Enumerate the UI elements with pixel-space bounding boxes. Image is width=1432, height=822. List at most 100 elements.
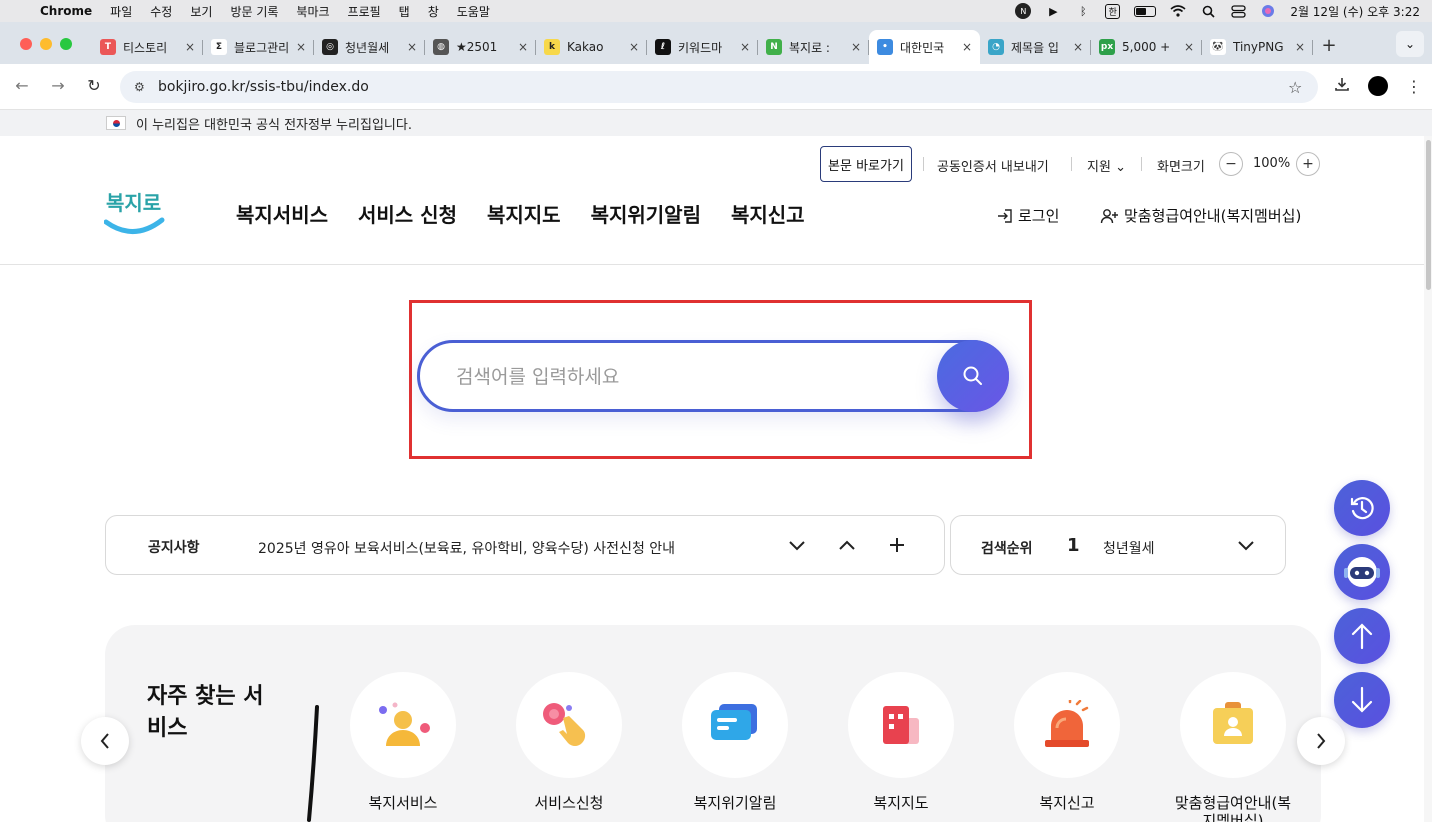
new-tab-button[interactable]: + [1313, 30, 1345, 60]
input-method-icon[interactable]: 한 [1105, 3, 1121, 19]
browser-tab[interactable]: ◍ ★2501 × [425, 32, 536, 62]
membership-link[interactable]: 맞춤형급여안내(복지멤버십) [1100, 205, 1301, 226]
address-bar[interactable]: ⚙ bokjiro.go.kr/ssis-tbu/index.do ☆ [120, 71, 1318, 103]
tab-title: 복지로 : [789, 40, 830, 55]
tab-favicon-icon: Σ [211, 39, 227, 55]
menu-history[interactable]: 방문 기록 [230, 3, 278, 20]
battery-icon[interactable] [1134, 5, 1157, 17]
service-item-membership[interactable]: 맞춤형급여안내(복지멤버십) [1173, 672, 1293, 822]
download-icon[interactable] [1334, 76, 1350, 96]
wifi-icon[interactable] [1170, 4, 1186, 18]
service-item-crisis[interactable]: 복지위기알림 [675, 672, 795, 812]
services-next-button[interactable] [1297, 717, 1345, 765]
cert-export-link[interactable]: 공동인증서 내보내기 [937, 156, 1049, 175]
tab-close-icon[interactable]: × [185, 40, 195, 54]
browser-tab[interactable]: px 5,000 + × [1091, 32, 1202, 62]
notice-more-button[interactable] [884, 532, 910, 558]
minimize-window-button[interactable] [40, 38, 52, 50]
browser-tab[interactable]: 🐼 TinyPNG × [1202, 32, 1313, 62]
browser-tab[interactable]: T 티스토리 × [92, 32, 203, 62]
page-scrollbar-thumb[interactable] [1426, 140, 1431, 290]
browser-tab[interactable]: Σ 블로그관리 × [203, 32, 314, 62]
divider [1141, 157, 1142, 171]
more-menu-icon[interactable]: ⋮ [1406, 77, 1422, 96]
menu-bookmarks[interactable]: 북마크 [296, 3, 329, 20]
mac-menu-bar: Chrome 파일 수정 보기 방문 기록 북마크 프로필 탭 창 도움말 N … [0, 0, 1432, 22]
tab-close-icon[interactable]: × [518, 40, 528, 54]
scroll-top-button[interactable] [1334, 608, 1390, 664]
browser-tab[interactable]: • 대한민국 × [869, 30, 980, 64]
recent-history-button[interactable] [1334, 480, 1390, 536]
bluetooth-icon[interactable]: ᛒ [1075, 4, 1091, 18]
service-item-welfare[interactable]: 복지서비스 [343, 672, 463, 812]
notice-text[interactable]: 2025년 영유아 보육서비스(보육료, 유아학비, 양육수당) 사전신청 안내 [258, 538, 675, 558]
naver-status-icon[interactable]: N [1015, 3, 1032, 19]
tab-close-icon[interactable]: × [1295, 40, 1305, 54]
menu-app-name[interactable]: Chrome [40, 4, 92, 18]
menu-profiles[interactable]: 프로필 [348, 3, 381, 20]
reload-icon[interactable]: ↻ [82, 76, 106, 95]
service-icon-circle [516, 672, 622, 778]
bookmark-star-icon[interactable]: ☆ [1288, 78, 1318, 97]
menu-window[interactable]: 창 [428, 3, 439, 20]
menu-file[interactable]: 파일 [110, 3, 132, 20]
chatbot-button[interactable] [1334, 544, 1390, 600]
service-item-report[interactable]: 복지신고 [1007, 672, 1127, 812]
support-dropdown[interactable]: 지원 ⌄ [1087, 156, 1126, 175]
menu-help[interactable]: 도움말 [457, 3, 490, 20]
back-icon[interactable]: ← [10, 76, 34, 95]
nav-service-apply[interactable]: 서비스 신청 [358, 199, 457, 228]
menu-edit[interactable]: 수정 [150, 3, 172, 20]
browser-tab[interactable]: ℓ 키워드마 × [647, 32, 758, 62]
scroll-bottom-button[interactable] [1334, 672, 1390, 728]
search-input[interactable] [456, 361, 926, 393]
services-prev-button[interactable] [81, 717, 129, 765]
spotlight-search-icon[interactable] [1200, 4, 1216, 18]
login-link[interactable]: 로그인 [996, 205, 1059, 226]
bokjiro-logo[interactable]: 복지로 [103, 186, 166, 236]
forward-icon[interactable]: → [46, 76, 70, 95]
tab-close-icon[interactable]: × [1073, 40, 1083, 54]
zoom-out-button[interactable]: − [1219, 152, 1243, 176]
zoom-window-button[interactable] [60, 38, 72, 50]
tab-search-button[interactable]: ⌄ [1396, 31, 1424, 57]
nav-crisis-alert[interactable]: 복지위기알림 [591, 199, 701, 228]
tab-close-icon[interactable]: × [1184, 40, 1194, 54]
ranking-keyword[interactable]: 청년월세 [1103, 538, 1155, 558]
address-url[interactable]: bokjiro.go.kr/ssis-tbu/index.do [158, 79, 1288, 95]
play-icon[interactable]: ▶ [1045, 4, 1061, 18]
tab-close-icon[interactable]: × [740, 40, 750, 54]
notice-prev-button[interactable] [834, 532, 860, 558]
zoom-in-button[interactable]: + [1296, 152, 1320, 176]
tab-close-icon[interactable]: × [962, 40, 972, 54]
close-window-button[interactable] [20, 38, 32, 50]
nav-welfare-map[interactable]: 복지지도 [487, 199, 561, 228]
notice-next-button[interactable] [784, 532, 810, 558]
gov-banner-text: 이 누리집은 대한민국 공식 전자정부 누리집입니다. [136, 117, 412, 133]
siri-icon[interactable] [1260, 4, 1276, 18]
browser-tab[interactable]: k Kakao × [536, 32, 647, 62]
ranking-expand-button[interactable] [1233, 532, 1259, 558]
skip-to-content-button[interactable]: 본문 바로가기 [820, 146, 912, 182]
service-item-apply[interactable]: 서비스신청 [509, 672, 629, 812]
browser-tab[interactable]: N 복지로 : × [758, 32, 869, 62]
tab-close-icon[interactable]: × [629, 40, 639, 54]
menu-view[interactable]: 보기 [190, 3, 212, 20]
site-info-icon[interactable]: ⚙ [134, 80, 148, 94]
service-item-map[interactable]: 복지지도 [841, 672, 961, 812]
search-button[interactable] [937, 340, 1009, 412]
nav-welfare-service[interactable]: 복지서비스 [236, 199, 328, 228]
nav-welfare-report[interactable]: 복지신고 [731, 199, 805, 228]
tab-close-icon[interactable]: × [407, 40, 417, 54]
control-center-icon[interactable] [1230, 4, 1246, 18]
chevron-down-icon [1238, 541, 1254, 551]
menubar-clock[interactable]: 2월 12일 (수) 오후 3:22 [1290, 3, 1420, 20]
service-icon-circle [1014, 672, 1120, 778]
browser-tab[interactable]: ◔ 제목을 입 × [980, 32, 1091, 62]
browser-tab[interactable]: ◎ 청년월세 × [314, 32, 425, 62]
tab-title: 블로그관리 [234, 40, 290, 55]
tab-close-icon[interactable]: × [851, 40, 861, 54]
tab-close-icon[interactable]: × [296, 40, 306, 54]
profile-avatar[interactable] [1368, 76, 1388, 96]
menu-tab[interactable]: 탭 [399, 3, 410, 20]
